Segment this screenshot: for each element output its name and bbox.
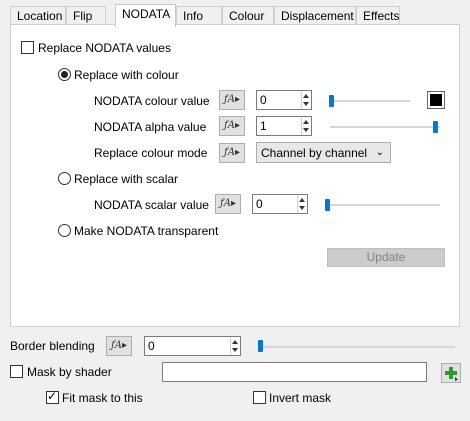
border-blending-slider-thumb[interactable] [258,340,263,352]
colour-value-spinbox[interactable]: 0 [256,90,312,110]
chevron-down-icon: ⌄ [375,147,384,158]
scalar-value-slider-track[interactable] [326,204,440,206]
scalar-value-label: NODATA scalar value [94,198,209,212]
colour-swatch-button[interactable] [427,91,445,109]
alpha-value-slider-thumb[interactable] [433,121,438,133]
tab-info[interactable]: Info [176,6,222,26]
mask-by-shader-checkbox[interactable] [10,365,23,378]
expression-icon[interactable]: ƒA▸ [219,116,245,136]
replace-nodata-checkbox[interactable] [21,41,34,54]
scalar-value-spinbox[interactable]: 0 [252,194,308,214]
border-blending-spinbox[interactable]: 0 [144,336,241,356]
alpha-value-text: 1 [260,119,267,133]
replace-with-scalar-label: Replace with scalar [74,172,179,186]
fit-mask-checkbox[interactable] [46,389,59,404]
make-transparent-radio[interactable] [58,224,71,237]
border-blending-slider-track[interactable] [259,346,455,348]
colour-swatch-fill [430,94,442,106]
tab-effects[interactable]: Effects [356,6,400,26]
border-blending-label: Border blending [10,339,95,353]
tab-displacement[interactable]: Displacement [274,6,356,26]
spin-arrows-icon[interactable] [297,195,307,213]
colour-value-slider-track[interactable] [330,100,410,102]
mask-by-shader-label: Mask by shader [27,365,112,379]
spin-arrows-icon[interactable] [301,91,311,109]
tab-colour[interactable]: Colour [222,6,274,26]
expression-icon[interactable]: ƒA▸ [106,336,132,356]
spin-arrows-icon[interactable] [301,117,311,135]
replace-with-colour-radio[interactable] [58,68,71,81]
scalar-value-text: 0 [256,197,263,211]
colour-value-slider-thumb[interactable] [329,95,334,107]
tab-location[interactable]: Location [10,6,66,26]
replace-nodata-label: Replace NODATA values [38,41,171,55]
expression-icon[interactable]: ƒA▸ [219,90,245,110]
update-button[interactable]: Update [327,248,445,267]
colour-mode-select[interactable]: Channel by channel ⌄ [256,142,391,163]
tab-nodata[interactable]: NODATA [115,4,176,27]
spin-arrows-icon[interactable] [230,337,240,355]
colour-mode-value: Channel by channel [261,146,368,160]
alpha-value-spinbox[interactable]: 1 [256,116,312,136]
replace-with-scalar-radio[interactable] [58,172,71,185]
expression-icon[interactable]: ƒA▸ [215,194,241,214]
alpha-value-label: NODATA alpha value [94,120,207,134]
replace-with-colour-label: Replace with colour [74,68,179,82]
colour-value-text: 0 [260,93,267,107]
expression-icon[interactable]: ƒA▸ [219,143,245,163]
invert-mask-label: Invert mask [269,391,332,405]
scalar-value-slider-thumb[interactable] [325,199,330,211]
fit-mask-label: Fit mask to this [62,391,143,405]
colour-value-label: NODATA colour value [94,94,210,108]
add-plus-icon[interactable] [441,363,461,383]
alpha-value-slider-track[interactable] [330,126,440,128]
tab-flip[interactable]: Flip [66,6,106,26]
make-transparent-label: Make NODATA transparent [74,224,219,238]
colour-mode-label: Replace colour mode [94,146,208,160]
mask-shader-field[interactable] [162,362,427,382]
invert-mask-checkbox[interactable] [253,391,266,404]
border-blending-text: 0 [148,339,155,353]
